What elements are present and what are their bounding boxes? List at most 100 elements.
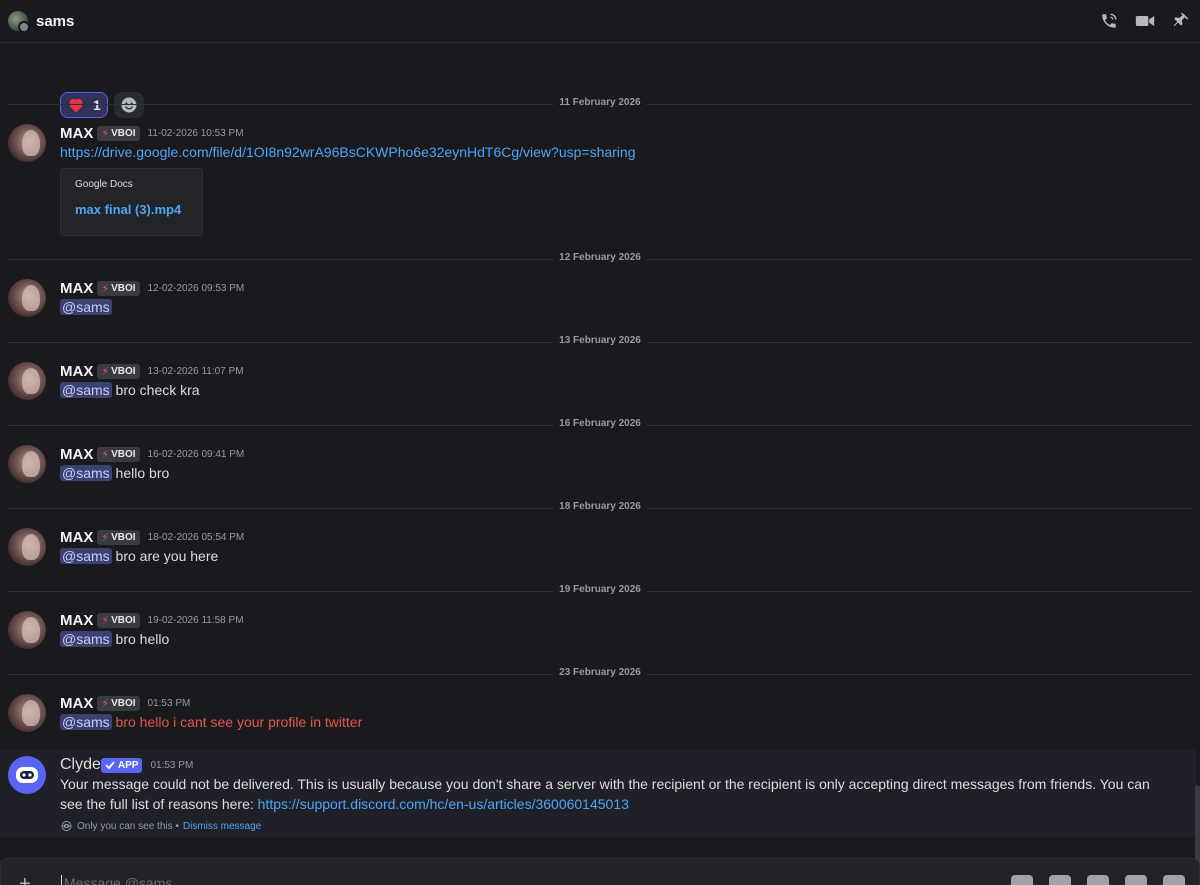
bolt-icon: ⚡ bbox=[101, 531, 110, 544]
emoji-smile-icon bbox=[121, 97, 137, 113]
message-meta: MAX ⚡ VBOI 16-02-2026 09:41 PM bbox=[60, 445, 244, 463]
author-name[interactable]: MAX bbox=[60, 695, 93, 712]
guild-tag[interactable]: ⚡ VBOI bbox=[97, 612, 140, 628]
message-content: @sams bro check kra bbox=[60, 382, 200, 398]
message-meta: MAX ⚡ VBOI 12-02-2026 09:53 PM bbox=[60, 279, 244, 297]
guild-tag[interactable]: ⚡ VBOI bbox=[97, 125, 140, 141]
bolt-icon: ⚡ bbox=[101, 448, 110, 461]
message-content: @sams hello bro bbox=[60, 465, 169, 481]
date-divider: 23 February 2026 bbox=[8, 667, 1192, 678]
message-composer: + Message @sams bbox=[0, 858, 1200, 885]
author-name[interactable]: MAX bbox=[60, 280, 93, 297]
message: MAX ⚡ VBOI 01:53 PM @sams bro hello i can… bbox=[0, 694, 1196, 736]
apps-icon[interactable] bbox=[1163, 875, 1185, 885]
avatar[interactable] bbox=[8, 362, 46, 400]
message-text: bro check kra bbox=[111, 382, 200, 398]
avatar[interactable] bbox=[8, 694, 46, 732]
avatar[interactable] bbox=[8, 124, 46, 162]
embed-title[interactable]: max final (3).mp4 bbox=[75, 202, 188, 217]
reaction-bar: 1 bbox=[60, 92, 144, 118]
date-divider: 19 February 2026 bbox=[8, 584, 1192, 595]
avatar[interactable] bbox=[8, 445, 46, 483]
dm-avatar[interactable] bbox=[8, 11, 30, 33]
bolt-icon: ⚡ bbox=[101, 282, 110, 295]
message-input[interactable]: Message @sams bbox=[64, 875, 172, 885]
guild-tag[interactable]: ⚡ VBOI bbox=[97, 446, 140, 462]
message: MAX ⚡ VBOI 19-02-2026 11:58 PM @sams bro … bbox=[0, 611, 1196, 653]
clyde-message-text: Your message could not be delivered. Thi… bbox=[60, 776, 1150, 812]
text-caret bbox=[61, 875, 62, 885]
author-name[interactable]: MAX bbox=[60, 363, 93, 380]
embed-provider: Google Docs bbox=[75, 179, 133, 190]
message-content: @sams bbox=[60, 299, 112, 315]
guild-tag[interactable]: ⚡ VBOI bbox=[97, 695, 140, 711]
voice-call-icon[interactable] bbox=[1098, 10, 1120, 32]
user-mention[interactable]: @sams bbox=[60, 465, 112, 481]
failed-message-text: bro hello i cant see your profile in twi… bbox=[111, 714, 363, 730]
gift-icon[interactable] bbox=[1011, 875, 1033, 885]
clyde-avatar[interactable] bbox=[8, 756, 46, 794]
message-content: @sams bro are you here bbox=[60, 548, 218, 564]
author-name[interactable]: MAX bbox=[60, 529, 93, 546]
verified-check-icon bbox=[105, 761, 115, 770]
timestamp: 12-02-2026 09:53 PM bbox=[147, 282, 245, 294]
message-link[interactable]: https://drive.google.com/file/d/1OI8n92w… bbox=[60, 144, 635, 160]
timestamp: 16-02-2026 09:41 PM bbox=[147, 448, 245, 460]
message: MAX ⚡ VBOI 18-02-2026 05:54 PM @sams bro … bbox=[0, 528, 1196, 570]
channel-header: sams bbox=[0, 0, 1200, 43]
timestamp: 18-02-2026 05:54 PM bbox=[147, 531, 245, 543]
reaction-heart[interactable]: 1 bbox=[60, 92, 108, 118]
timestamp: 11-02-2026 10:53 PM bbox=[147, 127, 244, 139]
bot-icon bbox=[16, 767, 38, 783]
video-call-icon[interactable] bbox=[1134, 10, 1156, 32]
user-mention[interactable]: @sams bbox=[60, 299, 112, 315]
timestamp: 19-02-2026 11:58 PM bbox=[147, 614, 244, 626]
author-name[interactable]: MAX bbox=[60, 125, 93, 142]
date-divider: 16 February 2026 bbox=[8, 418, 1192, 429]
message-meta: MAX ⚡ VBOI 13-02-2026 11:07 PM bbox=[60, 362, 244, 380]
emoji-icon[interactable] bbox=[1125, 875, 1147, 885]
message-meta: Clyde APP 01:53 PM bbox=[60, 756, 193, 774]
sticker-icon[interactable] bbox=[1087, 875, 1109, 885]
author-name[interactable]: MAX bbox=[60, 612, 93, 629]
avatar[interactable] bbox=[8, 279, 46, 317]
ephemeral-note: Only you can see this • Dismiss message bbox=[60, 820, 261, 832]
bolt-icon: ⚡ bbox=[101, 365, 110, 378]
user-mention[interactable]: @sams bbox=[60, 714, 112, 730]
guild-tag[interactable]: ⚡ VBOI bbox=[97, 529, 140, 545]
message-list[interactable]: 1 11 February 2026 12 February 2026 13 F… bbox=[0, 43, 1200, 879]
user-mention[interactable]: @sams bbox=[60, 382, 112, 398]
user-mention[interactable]: @sams bbox=[60, 631, 112, 647]
guild-tag[interactable]: ⚡ VBOI bbox=[97, 363, 140, 379]
attach-plus-icon[interactable]: + bbox=[19, 873, 31, 885]
pin-icon[interactable] bbox=[1170, 10, 1192, 32]
composer-toolbar bbox=[1011, 875, 1185, 885]
add-reaction-button[interactable] bbox=[113, 92, 144, 118]
guild-tag[interactable]: ⚡ VBOI bbox=[97, 280, 140, 296]
message: MAX ⚡ VBOI 11-02-2026 10:53 PM https://dr… bbox=[0, 124, 1196, 244]
link-embed: Google Docs max final (3).mp4 bbox=[60, 168, 203, 236]
avatar[interactable] bbox=[8, 528, 46, 566]
message: MAX ⚡ VBOI 16-02-2026 09:41 PM @sams hell… bbox=[0, 445, 1196, 487]
author-name[interactable]: MAX bbox=[60, 446, 93, 463]
reaction-count: 1 bbox=[93, 97, 101, 113]
date-divider: 11 February 2026 bbox=[8, 97, 1192, 108]
app-badge: APP bbox=[100, 757, 143, 773]
message-meta: MAX ⚡ VBOI 19-02-2026 11:58 PM bbox=[60, 611, 244, 629]
author-name[interactable]: Clyde bbox=[60, 756, 101, 774]
message-content: https://drive.google.com/file/d/1OI8n92w… bbox=[60, 144, 635, 160]
message-text: bro are you here bbox=[111, 548, 219, 564]
gif-icon[interactable] bbox=[1049, 875, 1071, 885]
avatar[interactable] bbox=[8, 611, 46, 649]
message: MAX ⚡ VBOI 12-02-2026 09:53 PM @sams bbox=[0, 279, 1196, 321]
user-mention[interactable]: @sams bbox=[60, 548, 112, 564]
message-text: hello bro bbox=[111, 465, 170, 481]
message-meta: MAX ⚡ VBOI 18-02-2026 05:54 PM bbox=[60, 528, 244, 546]
dismiss-message-link[interactable]: Dismiss message bbox=[183, 821, 261, 832]
timestamp: 01:53 PM bbox=[147, 697, 191, 709]
timestamp: 13-02-2026 11:07 PM bbox=[147, 365, 244, 377]
bolt-icon: ⚡ bbox=[101, 614, 110, 627]
eye-icon bbox=[61, 821, 72, 831]
message: MAX ⚡ VBOI 13-02-2026 11:07 PM @sams bro … bbox=[0, 362, 1196, 404]
support-link[interactable]: https://support.discord.com/hc/en-us/art… bbox=[258, 796, 629, 812]
